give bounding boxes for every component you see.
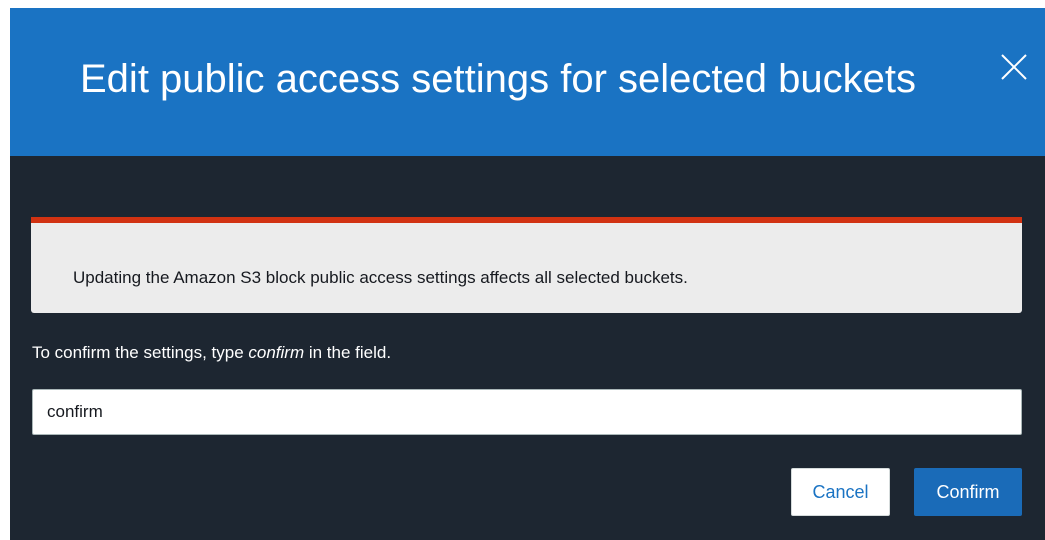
instruction-text-after: in the field. bbox=[304, 343, 392, 362]
warning-alert: Updating the Amazon S3 block public acce… bbox=[31, 217, 1022, 313]
close-button[interactable] bbox=[999, 52, 1029, 82]
instruction-keyword: confirm bbox=[248, 343, 305, 362]
confirm-button[interactable]: Confirm bbox=[914, 468, 1022, 516]
modal-header: Edit public access settings for selected… bbox=[10, 8, 1045, 156]
confirm-instruction: To confirm the settings, type confirm in… bbox=[32, 342, 391, 364]
cancel-button[interactable]: Cancel bbox=[791, 468, 890, 516]
instruction-text-before: To confirm the settings, type bbox=[32, 343, 249, 362]
confirm-text-input[interactable] bbox=[32, 389, 1022, 435]
alert-message: Updating the Amazon S3 block public acce… bbox=[73, 268, 688, 287]
edit-public-access-modal: Edit public access settings for selected… bbox=[10, 8, 1045, 540]
modal-title: Edit public access settings for selected… bbox=[80, 57, 916, 101]
close-icon bbox=[1001, 54, 1027, 80]
